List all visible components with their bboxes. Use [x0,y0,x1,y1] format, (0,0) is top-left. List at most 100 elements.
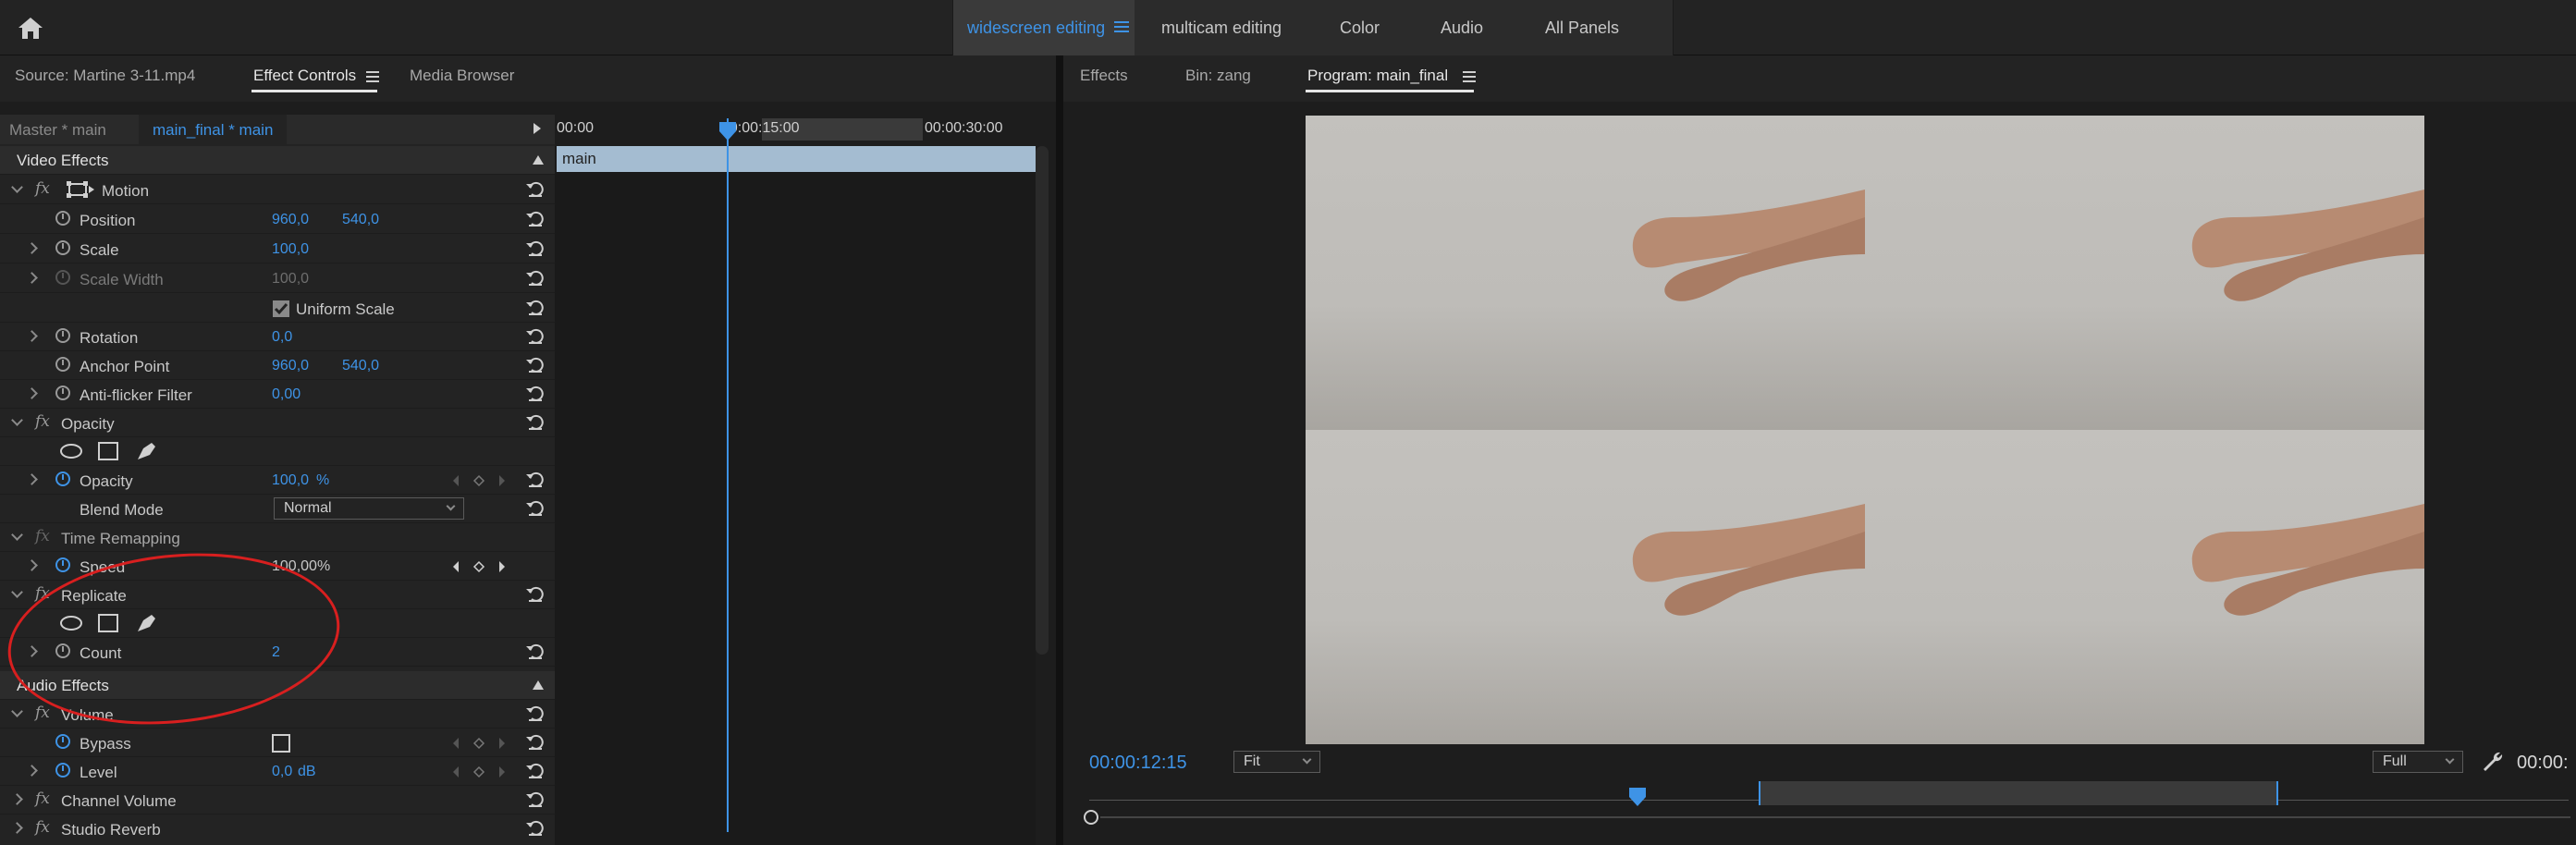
fx-toggle-icon[interactable]: fx [35,790,50,808]
stopwatch-icon[interactable] [55,557,70,572]
expand-rotation-icon[interactable] [26,330,38,342]
stopwatch-icon[interactable] [55,357,70,372]
tab-program-monitor[interactable]: Program: main_final [1307,67,1448,85]
fx-toggle-icon[interactable]: fx [35,179,50,198]
expand-studio-reverb-icon[interactable] [11,822,23,834]
clip-bar[interactable]: main [557,146,1036,172]
expand-scale-width-icon[interactable] [26,272,38,284]
motion-transform-icon[interactable] [67,181,94,198]
work-area-bar[interactable] [1759,781,2278,805]
expand-opacity-value-icon[interactable] [26,473,38,485]
expand-volume-icon[interactable] [11,705,23,717]
tab-bin-zang[interactable]: Bin: zang [1185,67,1251,85]
expand-motion-icon[interactable] [11,181,23,193]
keyframe-navigator[interactable] [451,559,507,574]
anchor-x-value[interactable]: 960,0 [272,358,309,374]
effect-controls-scrollbar[interactable] [1036,146,1049,655]
rectangle-mask-icon[interactable] [98,442,118,460]
panel-menu-icon[interactable] [366,71,379,82]
playhead-timecode[interactable]: 00:00:12:15 [1089,753,1187,774]
level-value[interactable]: 0,0 [272,764,292,780]
reset-icon[interactable] [525,734,546,751]
keyframe-navigator[interactable] [451,765,507,779]
stopwatch-icon[interactable] [55,240,70,255]
uniform-scale-label: Uniform Scale [296,300,395,318]
reset-icon[interactable] [525,471,546,488]
position-y-value[interactable]: 540,0 [342,212,379,228]
reset-icon[interactable] [525,386,546,402]
workspace-tab-widescreen-editing[interactable]: widescreen editing [967,0,1105,55]
position-x-value[interactable]: 960,0 [272,212,309,228]
reset-icon[interactable] [525,791,546,808]
expand-replicate-icon[interactable] [11,586,23,598]
expand-time-remap-icon[interactable] [11,529,23,541]
fx-toggle-icon[interactable]: fx [35,818,50,837]
stopwatch-icon[interactable] [55,211,70,226]
sequence-tab-main-final[interactable]: main_final * main [153,121,273,140]
fx-toggle-icon[interactable]: fx [35,412,50,431]
tab-effects[interactable]: Effects [1080,67,1128,85]
reset-icon[interactable] [525,270,546,287]
stopwatch-icon[interactable] [55,386,70,400]
fx-toggle-icon[interactable]: fx [35,704,50,722]
rotation-value[interactable]: 0,0 [272,329,292,346]
collapse-up-icon[interactable] [533,155,544,165]
panel-menu-icon[interactable] [1463,71,1476,82]
sequence-tab-master[interactable]: Master * main [9,121,106,140]
workspace-tab-multicam-editing[interactable]: multicam editing [1161,0,1282,55]
blend-mode-dropdown[interactable]: Normal [274,497,464,520]
uniform-scale-checkbox[interactable] [272,300,290,318]
anti-flicker-value[interactable]: 0,00 [272,386,301,403]
ellipse-mask-icon[interactable] [59,443,83,459]
anchor-y-value[interactable]: 540,0 [342,358,379,374]
reset-icon[interactable] [525,500,546,517]
reset-icon[interactable] [525,328,546,345]
stopwatch-icon[interactable] [55,471,70,486]
pen-mask-icon[interactable] [135,441,157,461]
keyframe-navigator[interactable] [451,736,507,751]
workspace-tab-all-panels[interactable]: All Panels [1545,0,1619,55]
tab-media-browser[interactable]: Media Browser [410,67,514,85]
reset-icon[interactable] [525,586,546,603]
expand-opacity-icon[interactable] [11,414,23,426]
wrench-icon[interactable] [2482,751,2504,773]
expand-channel-volume-icon[interactable] [11,793,23,805]
panel-divider[interactable] [1056,55,1063,845]
reset-icon[interactable] [525,240,546,257]
playhead-icon[interactable] [1629,788,1646,806]
effect-timeline[interactable] [555,146,1036,845]
tab-effect-controls[interactable]: Effect Controls [253,67,356,85]
expand-level-icon[interactable] [26,765,38,777]
reset-icon[interactable] [525,414,546,431]
reset-icon[interactable] [525,705,546,722]
zoom-scrollbar[interactable] [1100,816,2570,818]
reset-icon[interactable] [525,357,546,374]
stopwatch-icon[interactable] [55,734,70,749]
reset-icon[interactable] [525,820,546,837]
reset-icon[interactable] [525,643,546,660]
program-video-frame[interactable] [1306,116,2424,744]
reset-icon[interactable] [525,181,546,198]
playhead-icon[interactable] [719,122,736,141]
collapse-up-icon[interactable] [533,680,544,690]
collapse-timeline-icon[interactable] [533,122,542,135]
bypass-checkbox[interactable] [272,734,290,753]
reset-icon[interactable] [525,300,546,316]
home-icon[interactable] [17,15,44,41]
opacity-value[interactable]: 100,0 [272,472,309,489]
opacity-title: Opacity [61,415,115,433]
stopwatch-icon[interactable] [55,763,70,778]
keyframe-navigator[interactable] [451,473,507,488]
workspace-tab-audio[interactable]: Audio [1441,0,1483,55]
workspace-tab-color[interactable]: Color [1340,0,1380,55]
scale-value[interactable]: 100,0 [272,241,309,258]
reset-icon[interactable] [525,763,546,779]
zoom-handle[interactable] [1084,810,1098,825]
expand-anti-flicker-icon[interactable] [26,387,38,399]
stopwatch-icon[interactable] [55,328,70,343]
workspace-menu-icon[interactable] [1114,20,1129,33]
tab-source[interactable]: Source: Martine 3-11.mp4 [15,67,195,85]
reset-icon[interactable] [525,211,546,227]
expand-speed-icon[interactable] [26,559,38,571]
expand-scale-icon[interactable] [26,242,38,254]
